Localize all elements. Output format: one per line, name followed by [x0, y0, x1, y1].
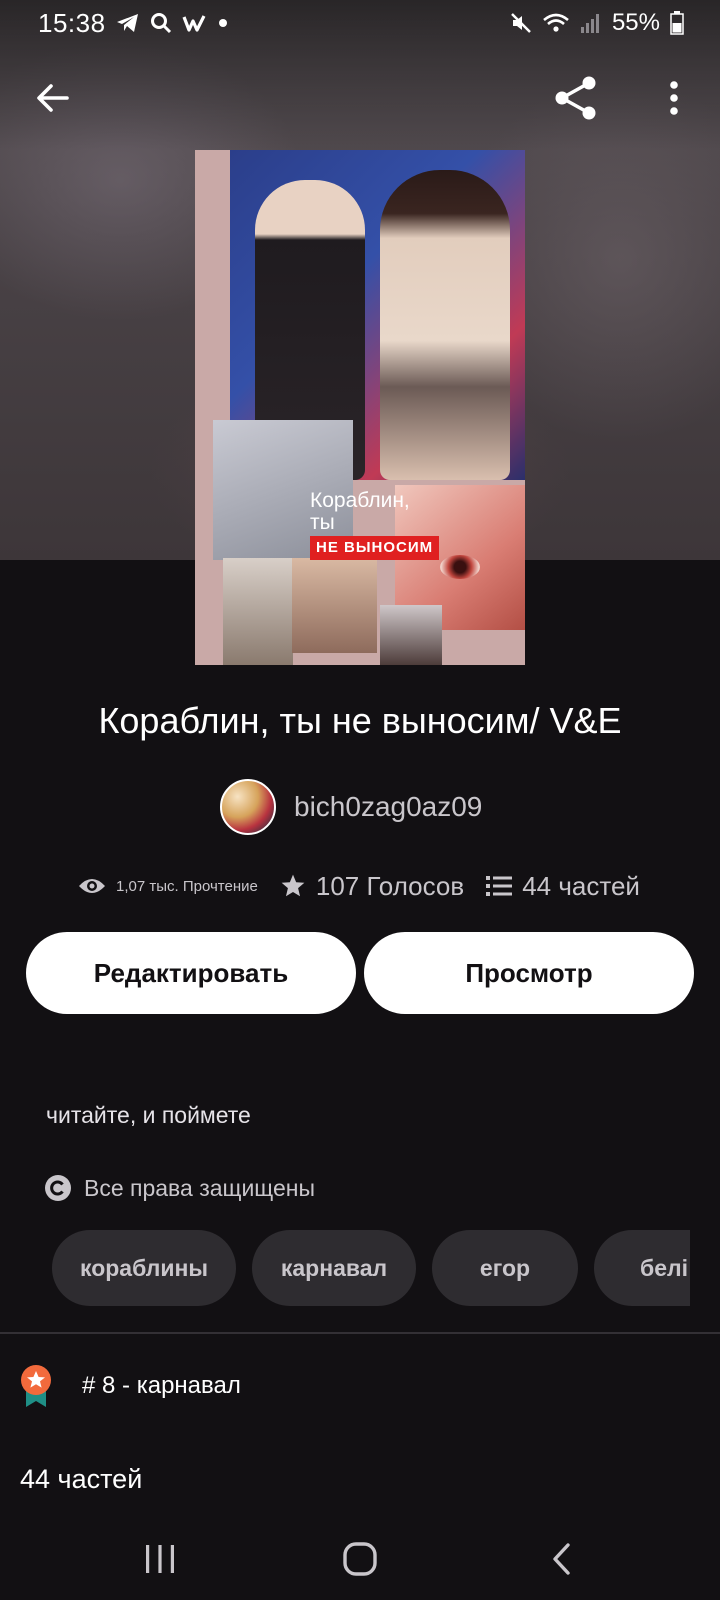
system-back-button[interactable] [532, 1534, 592, 1584]
status-time: 15:38 [38, 7, 106, 38]
recent-apps-icon [146, 1545, 174, 1573]
author-name[interactable]: bich0zag0az09 [294, 791, 482, 823]
ranking-badge-icon [21, 1365, 51, 1407]
battery-icon [670, 11, 684, 35]
story-cover[interactable]: Кораблин, ты НЕ ВЫНОСИМ [195, 150, 525, 665]
wifi-icon [542, 12, 570, 34]
status-bar: 15:38 55% [0, 0, 720, 46]
tag-chip[interactable]: кораблины [52, 1230, 236, 1306]
share-icon [555, 76, 596, 120]
back-button[interactable] [28, 74, 76, 122]
preview-button[interactable]: Просмотр [364, 932, 694, 1014]
list-icon [486, 876, 513, 896]
author-link[interactable]: bich0zag0az09 [220, 778, 482, 836]
telegram-icon [116, 12, 140, 34]
recent-apps-button[interactable] [130, 1534, 190, 1584]
copyright-text: Все права защищены [84, 1174, 315, 1201]
tags-list[interactable]: кораблины карнавал егор белі [52, 1230, 690, 1306]
tag-chip[interactable]: белі [594, 1230, 690, 1306]
more-vert-icon [670, 81, 678, 115]
story-description: читайте, и поймете [46, 1102, 251, 1128]
parts-section-title[interactable]: 44 частей [20, 1464, 142, 1495]
dot-icon [218, 18, 228, 28]
story-title: Кораблин, ты не выносим/ V&E [98, 700, 622, 741]
votes-stat: 107 Голосов [280, 871, 464, 902]
cover-caption-highlight: НЕ ВЫНОСИМ [310, 536, 440, 560]
chevron-left-icon [553, 1543, 570, 1575]
share-button[interactable] [550, 72, 602, 124]
cover-caption: Кораблин, ты НЕ ВЫНОСИМ [310, 489, 440, 560]
search-icon [150, 12, 172, 34]
cover-person-right [380, 170, 510, 480]
votes-count: 107 Голосов [315, 870, 465, 901]
app-bar [0, 60, 720, 136]
reads-stat: 1,07 тыс. Прочтение [78, 876, 258, 896]
story-stats: 1,07 тыс. Прочтение 107 Голосов 44 часте… [78, 866, 640, 906]
battery-percent: 55% [611, 9, 660, 36]
ranking-label[interactable]: # 8 - карнавал [82, 1372, 241, 1400]
w-app-icon [182, 13, 208, 33]
section-divider [0, 1332, 720, 1334]
star-icon [281, 874, 305, 897]
author-avatar[interactable] [220, 779, 276, 835]
tag-chip[interactable]: карнавал [252, 1230, 416, 1306]
eye-icon [79, 879, 105, 893]
cover-caption-line2: ты [310, 511, 335, 534]
copyright-notice: Все права защищены [44, 1174, 315, 1202]
cover-caption-line1: Кораблин, [310, 489, 410, 512]
back-arrow-icon [37, 84, 69, 112]
system-nav-bar [0, 1516, 720, 1600]
edit-button[interactable]: Редактировать [26, 932, 356, 1014]
cover-photo-bottom-a [223, 558, 293, 665]
home-icon [343, 1542, 377, 1576]
cover-photo-bottom-c [380, 605, 442, 665]
parts-count-stat: 44 частей [522, 870, 640, 901]
mute-icon [510, 12, 532, 34]
home-button[interactable] [330, 1534, 390, 1584]
cover-eye-detail [440, 555, 480, 579]
cover-photo-bottom-b [292, 558, 377, 653]
parts-stat: 44 частей [486, 871, 640, 902]
copyright-icon [45, 1175, 71, 1201]
ranking-row[interactable]: # 8 - карнавал [18, 1364, 241, 1408]
tag-chip[interactable]: егор [432, 1230, 578, 1306]
more-options-button[interactable] [650, 72, 698, 124]
signal-icon [580, 12, 602, 34]
reads-count: 1,07 тыс. Прочтение [116, 877, 258, 895]
